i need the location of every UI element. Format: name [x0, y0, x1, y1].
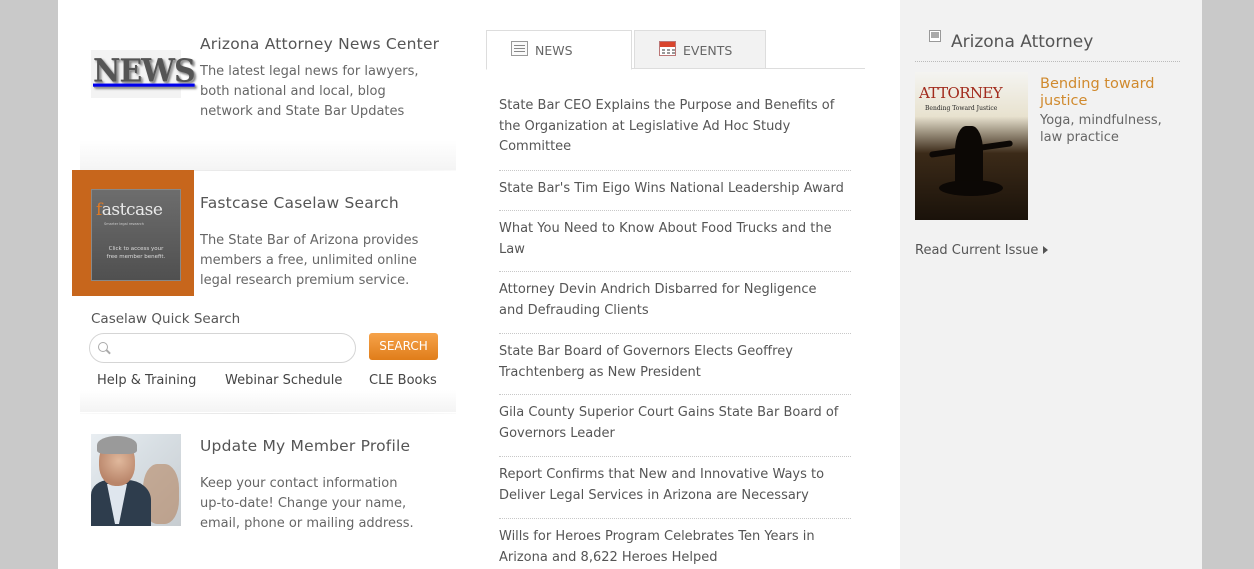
caselaw-search-label: Caselaw Quick Search	[91, 311, 241, 327]
magazine-icon	[929, 30, 941, 42]
news-line: State Bar CEO Explains the Purpose and B…	[499, 98, 835, 113]
help-training-link[interactable]: Help & Training	[97, 373, 196, 388]
news-line: Governors Leader	[499, 425, 615, 441]
news-item-link[interactable]: Wills for Heroes Program Celebrates Ten …	[499, 527, 851, 568]
fastcase-description: The State Bar of Arizona provides member…	[200, 231, 418, 291]
feature-title-line: Bending toward	[1040, 76, 1155, 92]
feature-article-link[interactable]: Bending toward justice	[1040, 76, 1155, 110]
caselaw-search-input[interactable]	[112, 339, 347, 357]
fastcase-logo-button[interactable]: fastcase Smarter legal research Click to…	[91, 189, 181, 281]
fastcase-logo-rest: astcase	[101, 200, 163, 220]
fastcase-desc-line: legal research premium service.	[200, 273, 410, 288]
news-center-description: The latest legal news for lawyers, both …	[200, 62, 419, 122]
news-item-link[interactable]: Attorney Devin Andrich Disbarred for Neg…	[499, 280, 851, 321]
tab-news[interactable]: NEWS	[486, 30, 632, 70]
profile-description: Keep your contact information up-to-date…	[200, 474, 414, 534]
fastcase-shade	[80, 390, 456, 412]
fastcase-desc-line: members a free, unlimited online	[200, 253, 417, 268]
fastcase-logo: fastcase	[96, 200, 163, 220]
news-logo-text: NEWS	[93, 53, 196, 90]
news-separator	[499, 170, 851, 171]
news-line: and Defrauding Clients	[499, 302, 649, 318]
news-item-link[interactable]: What You Need to Know About Food Trucks …	[499, 219, 851, 260]
newspaper-icon	[511, 41, 528, 56]
news-item-link[interactable]: State Bar CEO Explains the Purpose and B…	[499, 96, 851, 158]
news-line: Gila County Superior Court Gains State B…	[499, 405, 839, 420]
news-item-link[interactable]: Gila County Superior Court Gains State B…	[499, 403, 851, 444]
news-line: What You Need to Know About Food Trucks …	[499, 221, 832, 236]
profile-title[interactable]: Update My Member Profile	[200, 437, 410, 455]
news-separator	[499, 518, 851, 519]
cover-subtitle: Bending Toward Justice	[925, 105, 998, 112]
webinar-schedule-link[interactable]: Webinar Schedule	[225, 373, 342, 388]
tab-events-label: EVENTS	[683, 43, 733, 58]
news-line: Report Confirms that New and Innovative …	[499, 467, 825, 482]
news-separator	[499, 394, 851, 395]
cle-books-link[interactable]: CLE Books	[369, 373, 437, 388]
fastcase-cta-line: free member benefit.	[106, 254, 166, 260]
profile-desc-line: email, phone or mailing address.	[200, 516, 414, 531]
news-separator	[499, 210, 851, 211]
news-line: Deliver Legal Services in Arizona are Ne…	[499, 487, 809, 503]
divider	[80, 413, 456, 414]
news-item-link[interactable]: State Bar Board of Governors Elects Geof…	[499, 342, 851, 383]
read-current-issue-label: Read Current Issue	[915, 243, 1039, 258]
tab-news-label: NEWS	[535, 43, 573, 58]
news-line: Wills for Heroes Program Celebrates Ten …	[499, 529, 815, 544]
feature-sub-line: law practice	[1040, 130, 1119, 145]
news-separator	[499, 333, 851, 334]
arrow-right-icon	[1043, 246, 1049, 254]
profile-photo[interactable]	[91, 434, 181, 526]
news-line: Arizona and 8,622 Heroes Helped	[499, 549, 718, 565]
caselaw-search-field[interactable]	[89, 333, 356, 363]
fastcase-tagline: Smarter legal research	[104, 222, 145, 226]
news-center-desc-line: The latest legal news for lawyers,	[200, 64, 419, 79]
news-separator	[499, 271, 851, 272]
news-center-title[interactable]: Arizona Attorney News Center	[200, 35, 439, 53]
read-current-issue-link[interactable]: Read Current Issue	[915, 243, 1049, 258]
news-center-logo[interactable]: NEWS	[91, 50, 196, 98]
profile-desc-line: up-to-date! Change your name,	[200, 496, 407, 511]
news-item-link[interactable]: State Bar's Tim Eigo Wins National Leade…	[499, 179, 851, 200]
feature-subtitle: Yoga, mindfulness, law practice	[1040, 112, 1162, 146]
news-line: Attorney Devin Andrich Disbarred for Neg…	[499, 282, 817, 297]
magazine-separator	[915, 61, 1180, 62]
fastcase-desc-line: The State Bar of Arizona provides	[200, 233, 419, 248]
news-center-shade	[80, 140, 456, 170]
feature-sub-line: Yoga, mindfulness,	[1040, 113, 1162, 128]
news-line: State Bar Board of Governors Elects Geof…	[499, 344, 793, 359]
feature-title-line: justice	[1040, 93, 1088, 109]
magazine-heading: Arizona Attorney	[951, 32, 1094, 52]
news-line: State Bar's Tim Eigo Wins National Leade…	[499, 181, 844, 196]
fastcase-cta-line: Click to access your	[108, 246, 164, 252]
search-icon	[98, 342, 108, 352]
cover-title: ATTORNEY	[919, 84, 1003, 102]
calendar-icon	[659, 41, 676, 56]
news-center-desc-line: both national and local, blog	[200, 84, 386, 99]
caselaw-search-button[interactable]: SEARCH	[369, 333, 438, 360]
news-line: Committee	[499, 139, 572, 154]
news-center-desc-line: network and State Bar Updates	[200, 104, 405, 119]
news-item-link[interactable]: Report Confirms that New and Innovative …	[499, 465, 851, 506]
magazine-cover[interactable]: ATTORNEY Bending Toward Justice	[915, 72, 1028, 220]
profile-desc-line: Keep your contact information	[200, 476, 398, 491]
news-line: the Organization at Legislative Ad Hoc S…	[499, 118, 791, 134]
tab-events[interactable]: EVENTS	[634, 30, 766, 69]
news-line: Trachtenberg as New President	[499, 364, 701, 380]
news-separator	[499, 456, 851, 457]
fastcase-title[interactable]: Fastcase Caselaw Search	[200, 194, 399, 212]
news-line: Law	[499, 241, 525, 257]
fastcase-cta: Click to access your free member benefit…	[92, 245, 180, 261]
